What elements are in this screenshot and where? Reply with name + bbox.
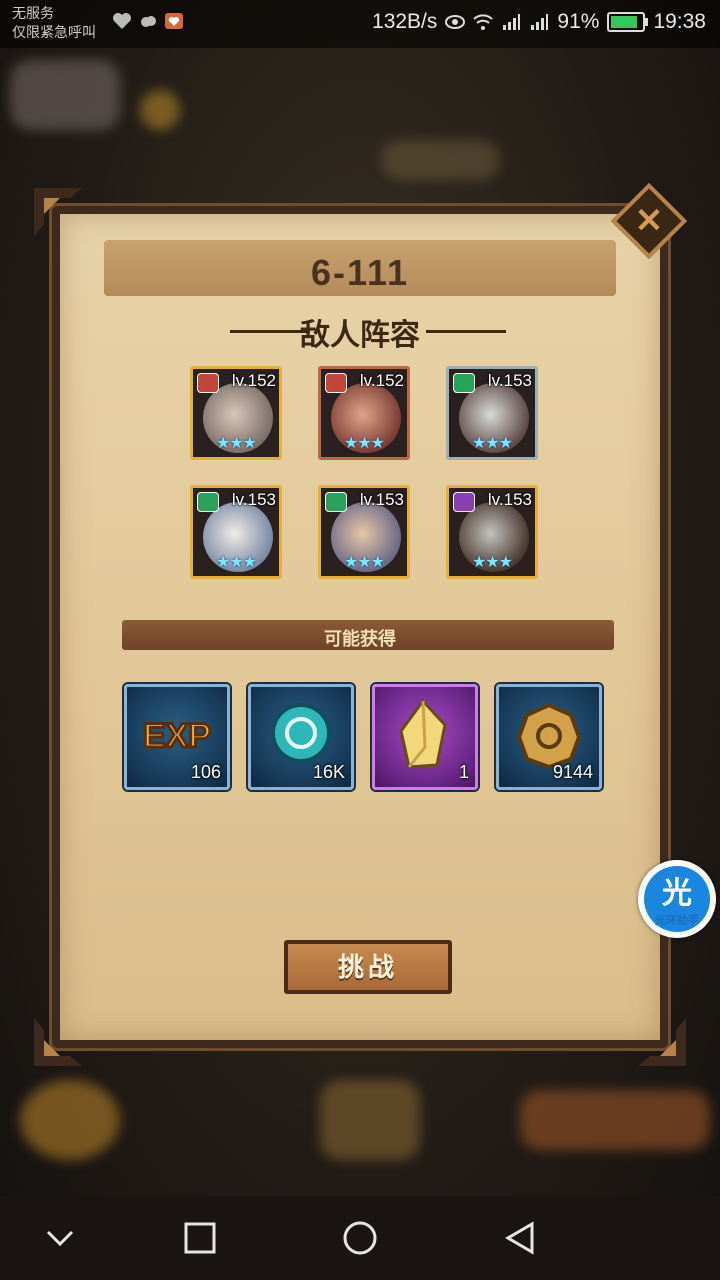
floating-assistant-button[interactable]: 光 光环助手 (638, 860, 716, 938)
reward-item-orb[interactable]: 16K (248, 684, 354, 790)
nav-collapse-button[interactable] (38, 1216, 82, 1260)
enemy-hero-card[interactable]: lv.153 ★★★ (446, 485, 538, 579)
element-icon (325, 373, 347, 393)
clock: 19:38 (653, 10, 706, 33)
corner-ornament-icon (30, 184, 86, 240)
enemy-hero-card[interactable]: lv.153 ★★★ (446, 366, 538, 460)
rewards-title: 可能获得 (324, 629, 396, 649)
system-indicators: 132B/s 91% 19:38 (372, 10, 706, 34)
enemy-hero-card[interactable]: lv.152 ★★★ (190, 366, 282, 460)
enemy-hero-card[interactable]: lv.152 ★★★ (318, 366, 410, 460)
square-icon (184, 1222, 216, 1254)
reward-count: 9144 (552, 762, 593, 782)
app-notification-icon (164, 12, 184, 30)
nav-back-button[interactable] (498, 1216, 542, 1260)
background-game-blur (320, 1080, 420, 1160)
corner-ornament-icon (634, 1014, 690, 1070)
carrier-info: 无服务 仅限紧急呼叫 (12, 4, 96, 42)
signal-icon (501, 13, 521, 31)
reward-count: 106 (190, 762, 221, 782)
hero-stars: ★★★ (215, 435, 257, 452)
assistant-glyph: 光 (662, 877, 692, 910)
circle-icon (343, 1221, 377, 1255)
network-speed: 132B/s (372, 10, 438, 33)
emergency-call-text: 仅限紧急呼叫 (12, 24, 96, 40)
stage-info-dialog: 6-111 敌人阵容 lv.152 ★★★ lv.152 ★★★ lv.153 … (34, 188, 686, 1066)
reward-count: 16K (312, 762, 345, 782)
background-game-blur (520, 1090, 710, 1150)
system-navigation-bar (0, 1196, 720, 1280)
background-game-blur (10, 60, 120, 130)
background-game-blur (140, 90, 180, 130)
element-icon (197, 492, 219, 512)
element-icon (453, 373, 475, 393)
hero-level: lv.153 (231, 490, 276, 509)
battery-icon (607, 12, 649, 32)
element-icon (325, 492, 347, 512)
chevron-down-icon (46, 1230, 74, 1247)
hero-level: lv.153 (359, 490, 404, 509)
notification-icons (112, 12, 184, 30)
reward-count: 1 (458, 762, 469, 782)
wifi-icon (473, 13, 494, 31)
hero-level: lv.153 (487, 490, 532, 509)
hero-level: lv.153 (487, 371, 532, 390)
stage-title: 6-111 (310, 252, 410, 293)
signal-icon-2 (529, 13, 549, 31)
hero-stars: ★★★ (471, 554, 513, 571)
carrier-status: 无服务 (12, 5, 54, 21)
hero-stars: ★★★ (471, 435, 513, 452)
enemy-hero-card[interactable]: lv.153 ★★★ (190, 485, 282, 579)
status-bar: 无服务 仅限紧急呼叫 132B/s 91% 19:38 (0, 0, 720, 48)
eye-icon (445, 13, 466, 31)
assistant-label: 光环助手 (655, 915, 699, 927)
reward-item-crystal[interactable]: 1 (372, 684, 478, 790)
nav-home-button[interactable] (338, 1216, 382, 1260)
weather-icon (138, 12, 158, 30)
background-game-blur (20, 1080, 120, 1160)
nav-recents-button[interactable] (178, 1216, 222, 1260)
challenge-button[interactable]: 挑战 (284, 940, 452, 994)
hero-stars: ★★★ (343, 554, 385, 571)
hero-level: lv.152 (231, 371, 276, 390)
svg-text:EXP: EXP (143, 717, 211, 755)
enemy-lineup-title: 敌人阵容 (300, 319, 420, 352)
corner-ornament-icon (30, 1014, 86, 1070)
hero-stars: ★★★ (343, 435, 385, 452)
enemy-hero-card[interactable]: lv.153 ★★★ (318, 485, 410, 579)
element-icon (453, 492, 475, 512)
battery-percent: 91% (557, 10, 600, 33)
hero-stars: ★★★ (215, 554, 257, 571)
back-triangle-icon (505, 1221, 534, 1255)
reward-item-coin[interactable]: 9144 (496, 684, 602, 790)
background-game-blur (380, 140, 500, 180)
element-icon (197, 373, 219, 393)
close-icon: ✕ (634, 202, 664, 240)
reward-item-exp[interactable]: EXP 106 (124, 684, 230, 790)
hero-level: lv.152 (359, 371, 404, 390)
heart-rate-icon (112, 12, 132, 30)
